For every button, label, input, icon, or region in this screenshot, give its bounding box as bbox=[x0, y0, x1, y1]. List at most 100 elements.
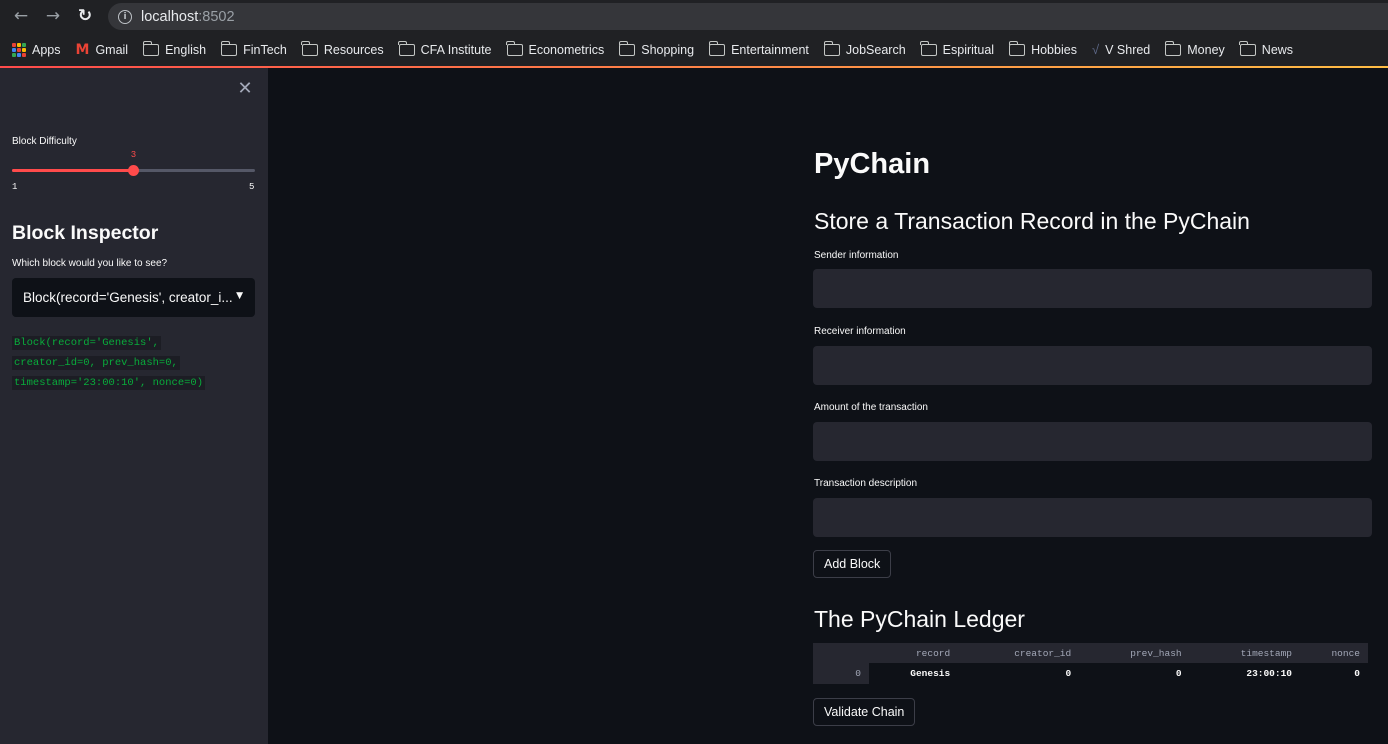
ledger-index-header bbox=[813, 643, 869, 663]
column-header[interactable]: prev_hash bbox=[1079, 643, 1190, 663]
page-title: PyChain bbox=[814, 148, 931, 180]
code-line: creator_id=0, prev_hash=0, bbox=[12, 356, 180, 370]
chevron-down-icon: ▼ bbox=[236, 291, 243, 301]
sender-input[interactable] bbox=[813, 269, 1372, 308]
main-content: PyChain Store a Transaction Record in th… bbox=[268, 68, 1388, 744]
apps-grid-icon bbox=[12, 42, 26, 57]
bookmark-label: Entertainment bbox=[731, 42, 809, 57]
folder-icon bbox=[618, 40, 636, 56]
bookmark-label: Apps bbox=[32, 42, 61, 57]
slider-value: 3 bbox=[130, 150, 137, 160]
bookmark-cfa-institute[interactable]: CFA Institute bbox=[398, 40, 492, 57]
column-header[interactable]: timestamp bbox=[1189, 643, 1300, 663]
bookmark-espiritual[interactable]: Espiritual bbox=[920, 40, 995, 57]
folder-icon bbox=[708, 40, 726, 56]
bookmark-news[interactable]: News bbox=[1239, 40, 1294, 57]
vshred-icon: √ bbox=[1091, 42, 1100, 57]
bookmark-english[interactable]: English bbox=[142, 40, 207, 57]
bookmark-entertainment[interactable]: Entertainment bbox=[708, 40, 809, 57]
difficulty-label: Block Difficulty bbox=[12, 136, 77, 147]
slider-max: 5 bbox=[249, 182, 255, 192]
bookmark-jobsearch[interactable]: JobSearch bbox=[823, 40, 906, 57]
table-cell: Genesis bbox=[910, 668, 951, 679]
column-header[interactable]: record bbox=[869, 643, 959, 663]
ledger-header-row: record creator_id prev_hash timestamp no… bbox=[813, 643, 1368, 663]
bookmark-label: News bbox=[1261, 42, 1294, 57]
slider-thumb[interactable] bbox=[128, 165, 139, 176]
folder-icon bbox=[220, 40, 238, 56]
bookmark-gmail[interactable]: M Gmail bbox=[76, 42, 129, 58]
bookmark-label: CFA Institute bbox=[420, 42, 492, 57]
amount-input[interactable] bbox=[813, 422, 1372, 461]
block-code-output: Block(record='Genesis', creator_id=0, pr… bbox=[12, 333, 262, 393]
code-line: Block(record='Genesis', bbox=[12, 336, 161, 350]
forward-arrow-icon[interactable]: → bbox=[38, 1, 68, 31]
description-label: Transaction description bbox=[814, 478, 918, 489]
row-index: 0 bbox=[813, 663, 869, 684]
address-bar[interactable]: i localhost:8502 bbox=[108, 3, 1388, 30]
bookmark-label: V Shred bbox=[1105, 42, 1151, 57]
folder-icon bbox=[301, 40, 318, 56]
bookmark-v-shred[interactable]: √ V Shred bbox=[1092, 42, 1150, 57]
folder-icon bbox=[1239, 40, 1256, 56]
ledger-title: The PyChain Ledger bbox=[814, 606, 1025, 632]
folder-icon bbox=[1164, 40, 1182, 56]
bookmark-shopping[interactable]: Shopping bbox=[618, 40, 695, 57]
block-inspector-heading: Block Inspector bbox=[12, 222, 159, 244]
bookmark-hobbies[interactable]: Hobbies bbox=[1008, 40, 1077, 57]
column-header[interactable]: nonce bbox=[1299, 643, 1368, 663]
block-select-value: Block(record='Genesis', creator_i... bbox=[23, 290, 233, 305]
bookmark-resources[interactable]: Resources bbox=[301, 40, 384, 57]
slider-fill bbox=[12, 169, 134, 172]
amount-label: Amount of the transaction bbox=[814, 402, 928, 413]
folder-icon bbox=[398, 40, 415, 56]
back-arrow-icon[interactable]: ← bbox=[6, 1, 36, 31]
bookmark-label: Resources bbox=[323, 42, 384, 57]
table-cell: 0 bbox=[1065, 668, 1072, 679]
slider-min: 1 bbox=[12, 182, 18, 192]
bookmark-label: FinTech bbox=[243, 42, 287, 57]
table-cell: 0 bbox=[1354, 668, 1360, 679]
url-port: :8502 bbox=[198, 8, 235, 25]
table-cell: 23:00:10 bbox=[1246, 668, 1292, 679]
table-row: 0 Genesis 0 0 23:00:10 0 bbox=[813, 663, 1368, 684]
bookmarks-bar: Apps M Gmail English FinTech Resources CFA Ins… bbox=[0, 33, 1388, 66]
code-line: timestamp='23:00:10', nonce=0) bbox=[12, 376, 206, 390]
folder-icon bbox=[142, 40, 160, 56]
receiver-label: Receiver information bbox=[814, 326, 906, 337]
add-block-button[interactable]: Add Block bbox=[813, 550, 892, 578]
gmail-icon: M bbox=[75, 41, 90, 58]
form-subtitle: Store a Transaction Record in the PyChai… bbox=[814, 208, 1250, 234]
select-label: Which block would you like to see? bbox=[12, 258, 168, 269]
sender-label: Sender information bbox=[814, 250, 899, 261]
browser-toolbar: ← → ↻ i localhost:8502 bbox=[0, 0, 1388, 33]
bookmark-label: Hobbies bbox=[1031, 42, 1077, 57]
ledger-table: record creator_id prev_hash timestamp no… bbox=[813, 643, 1368, 684]
close-sidebar-icon[interactable]: ✕ bbox=[236, 80, 254, 98]
difficulty-slider[interactable] bbox=[12, 165, 255, 176]
bookmark-label: English bbox=[165, 42, 207, 57]
url-host: localhost bbox=[141, 8, 199, 25]
bookmark-econometrics[interactable]: Econometrics bbox=[506, 40, 605, 57]
column-header[interactable]: creator_id bbox=[958, 643, 1080, 663]
block-select[interactable]: Block(record='Genesis', creator_i... ▼ bbox=[12, 278, 255, 317]
folder-icon bbox=[506, 40, 523, 56]
info-icon[interactable]: i bbox=[118, 9, 132, 24]
bookmark-apps[interactable]: Apps bbox=[12, 42, 61, 57]
folder-icon bbox=[920, 40, 937, 56]
sidebar: ✕ Block Difficulty 3 1 5 Block Inspector… bbox=[0, 68, 268, 744]
reload-icon[interactable]: ↻ bbox=[70, 1, 100, 31]
bookmark-label: JobSearch bbox=[845, 42, 906, 57]
bookmark-label: Espiritual bbox=[942, 42, 995, 57]
folder-icon bbox=[823, 40, 840, 56]
validate-chain-button[interactable]: Validate Chain bbox=[813, 698, 916, 726]
bookmark-money[interactable]: Money bbox=[1164, 40, 1225, 57]
description-input[interactable] bbox=[813, 498, 1372, 537]
table-cell: 0 bbox=[1175, 668, 1182, 679]
bookmark-label: Shopping bbox=[641, 42, 695, 57]
bookmark-fintech[interactable]: FinTech bbox=[220, 40, 287, 57]
bookmark-label: Money bbox=[1187, 42, 1225, 57]
bookmark-label: Econometrics bbox=[528, 42, 605, 57]
receiver-input[interactable] bbox=[813, 346, 1372, 385]
folder-icon bbox=[1008, 40, 1026, 56]
